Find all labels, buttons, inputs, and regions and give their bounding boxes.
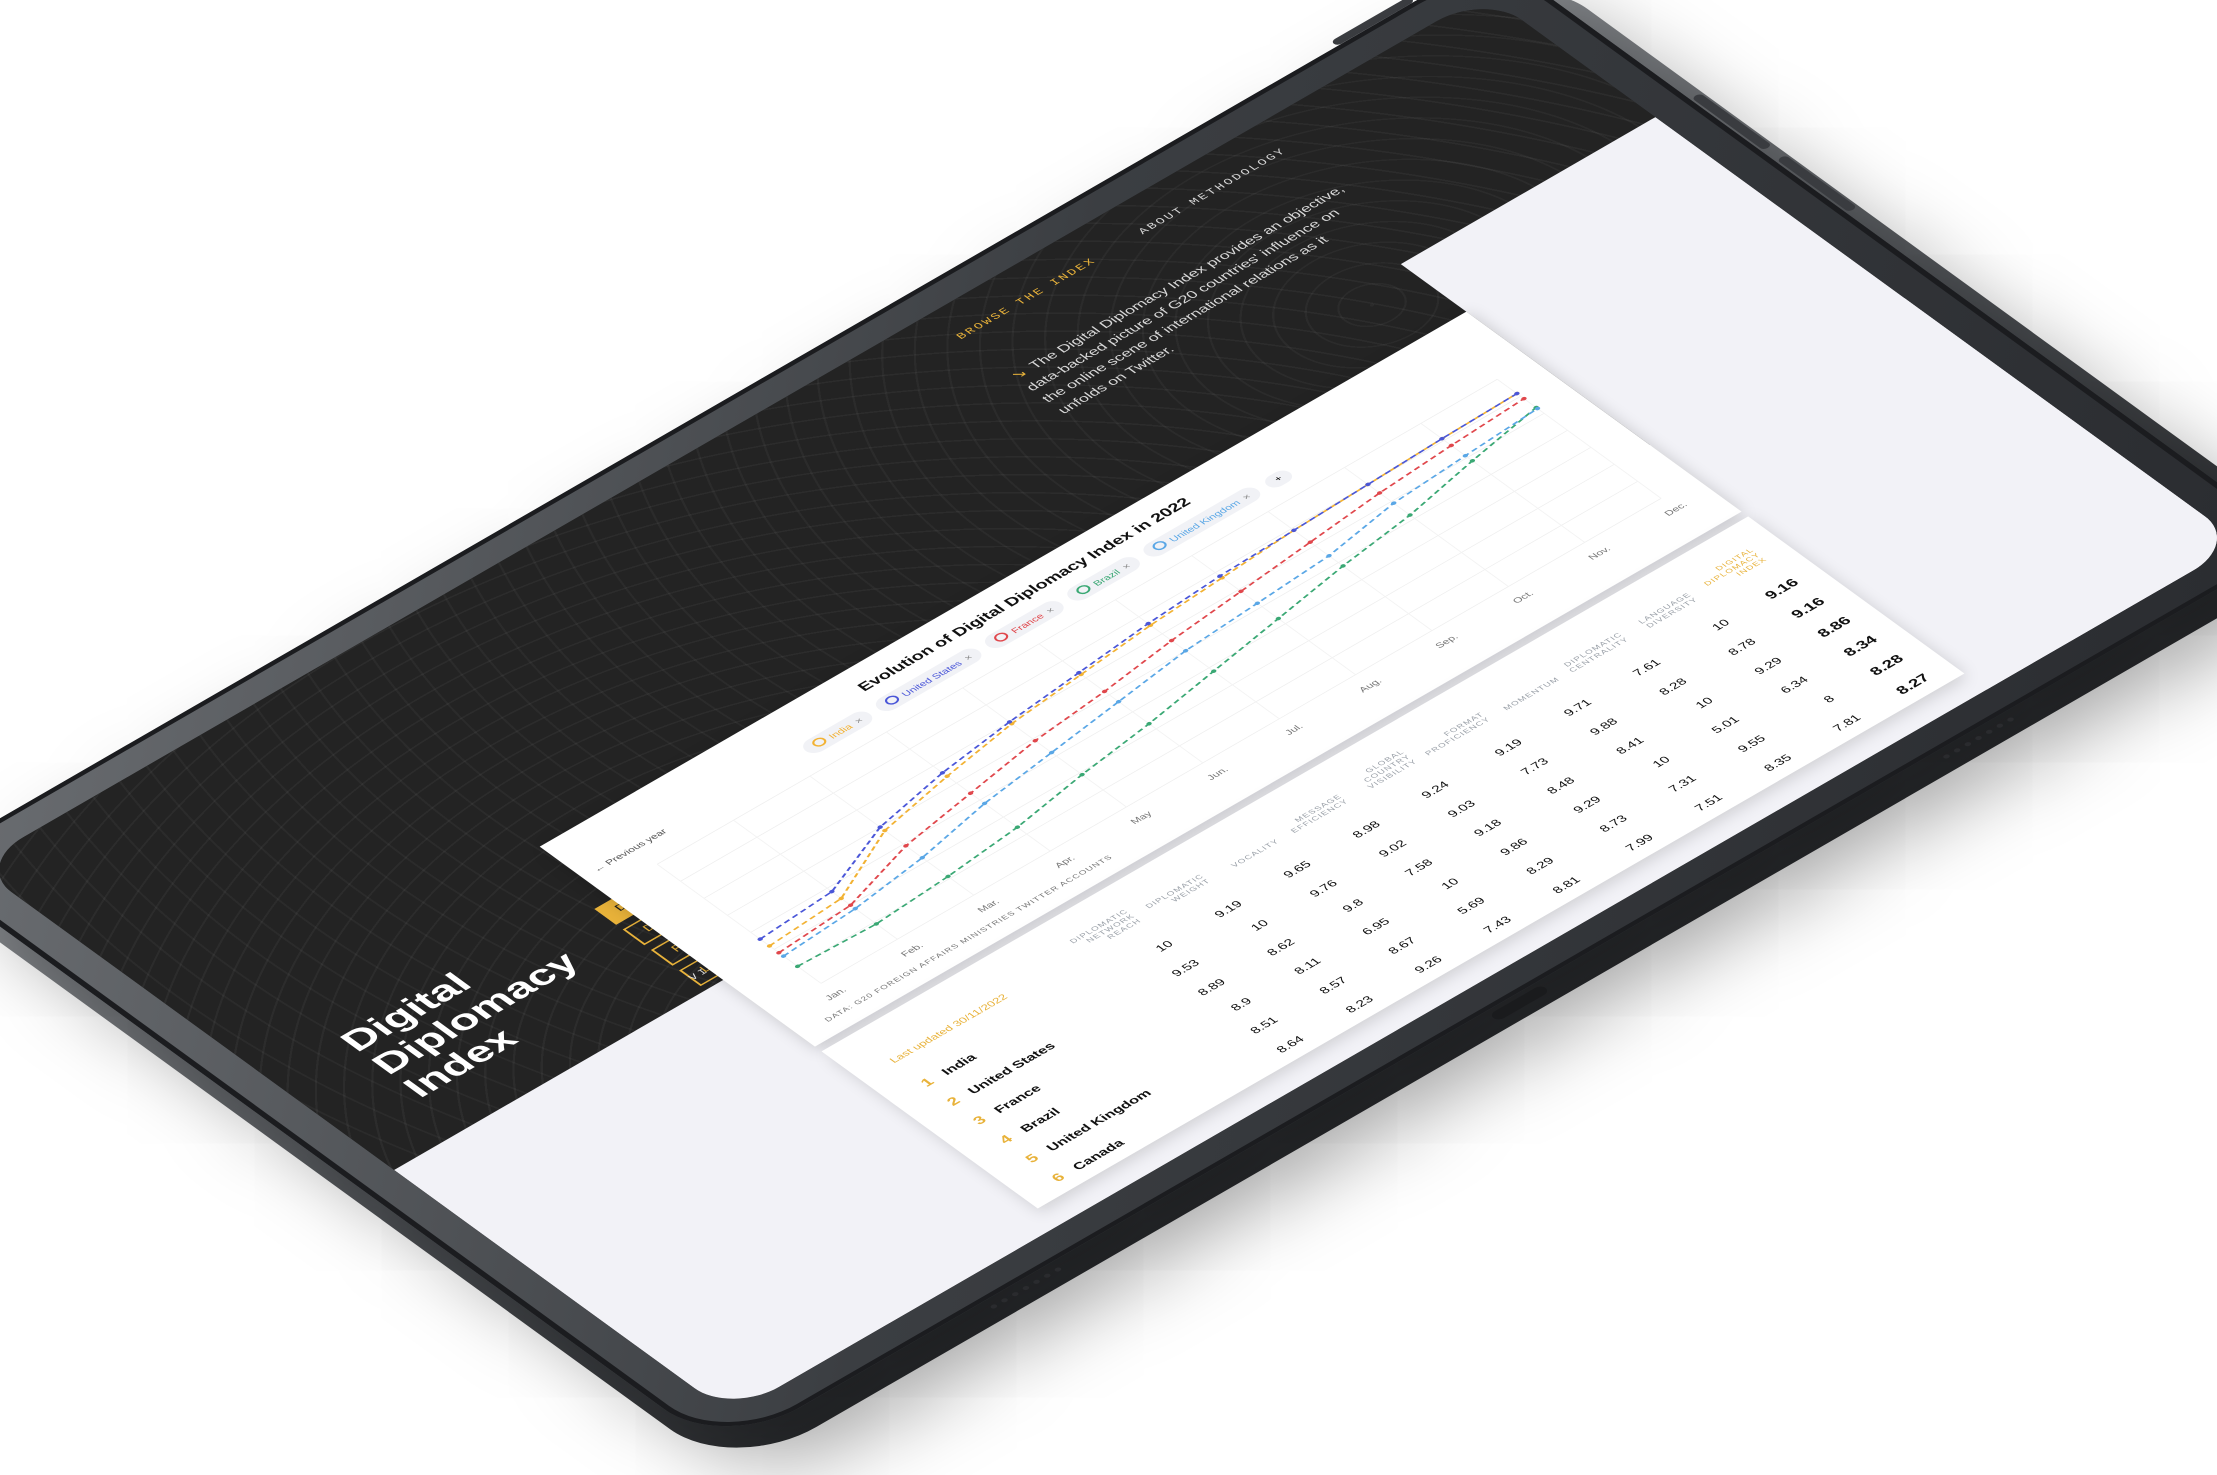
screen: BROWSE THE INDEX ABOUT METHODOLOGY ↘The … [0,0,2217,1415]
legend-dot-icon [1149,539,1170,552]
remove-series-icon[interactable]: × [1120,562,1133,571]
vertical-gridline [962,687,1127,808]
x-tick-label: Nov. [1587,545,1614,562]
remove-series-icon[interactable]: × [853,717,866,726]
x-tick-label: Jul. [1283,723,1306,737]
remove-series-icon[interactable]: × [1240,493,1253,502]
x-tick-label: Feb. [899,942,926,959]
vertical-gridline [1191,555,1357,675]
x-tick-label: Jan. [823,986,849,1002]
legend-dot-icon [1073,583,1094,596]
x-tick-label: Jun. [1205,766,1231,782]
x-tick-label: May [1129,810,1155,826]
vertical-gridline [1114,599,1280,720]
rank-number: 3 [969,1113,990,1128]
rank-number: 5 [1021,1151,1043,1166]
x-tick-label: Sep. [1433,633,1461,650]
legend-dot-icon [991,630,1012,644]
rank-number: 4 [995,1132,1017,1147]
rank-number: 1 [916,1075,938,1090]
device-mockup: BROWSE THE INDEX ABOUT METHODOLOGY ↘The … [0,0,2217,1475]
x-tick-label: Dec. [1663,501,1690,518]
x-tick-label: Mar. [976,898,1002,914]
vertical-gridline [1420,423,1586,543]
tablet-device: BROWSE THE INDEX ABOUT METHODOLOGY ↘The … [0,0,2217,1475]
rank-number: 2 [943,1094,964,1109]
vertical-gridline [1038,643,1204,764]
x-tick-label: Apr. [1053,854,1078,870]
remove-series-icon[interactable]: × [962,653,975,662]
vertical-gridline [885,731,1051,852]
rank-number: 6 [1047,1170,1069,1185]
x-tick-label: Oct. [1511,590,1536,606]
legend-dot-icon [882,693,902,707]
remove-series-icon[interactable]: × [1044,606,1057,615]
x-tick-label: Aug. [1357,677,1385,694]
legend-dot-icon [809,735,829,749]
